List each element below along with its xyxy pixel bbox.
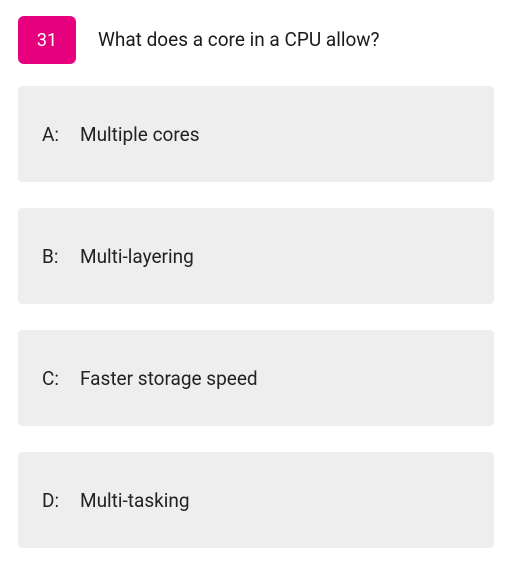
answer-letter: D: — [42, 489, 62, 512]
answer-text: Multi-tasking — [80, 489, 190, 512]
answer-letter: A: — [42, 123, 62, 146]
answers-list: A: Multiple cores B: Multi-layering C: F… — [18, 86, 494, 548]
answer-text: Multiple cores — [80, 123, 200, 146]
answer-option-c[interactable]: C: Faster storage speed — [18, 330, 494, 426]
answer-letter: C: — [42, 367, 62, 390]
question-number-badge: 31 — [18, 16, 76, 64]
answer-option-b[interactable]: B: Multi-layering — [18, 208, 494, 304]
answer-option-d[interactable]: D: Multi-tasking — [18, 452, 494, 548]
question-header: 31 What does a core in a CPU allow? — [18, 16, 494, 64]
answer-text: Faster storage speed — [80, 367, 258, 390]
answer-text: Multi-layering — [80, 245, 194, 268]
question-text: What does a core in a CPU allow? — [98, 27, 380, 54]
answer-option-a[interactable]: A: Multiple cores — [18, 86, 494, 182]
quiz-container: 31 What does a core in a CPU allow? A: M… — [0, 0, 512, 564]
answer-letter: B: — [42, 245, 62, 268]
